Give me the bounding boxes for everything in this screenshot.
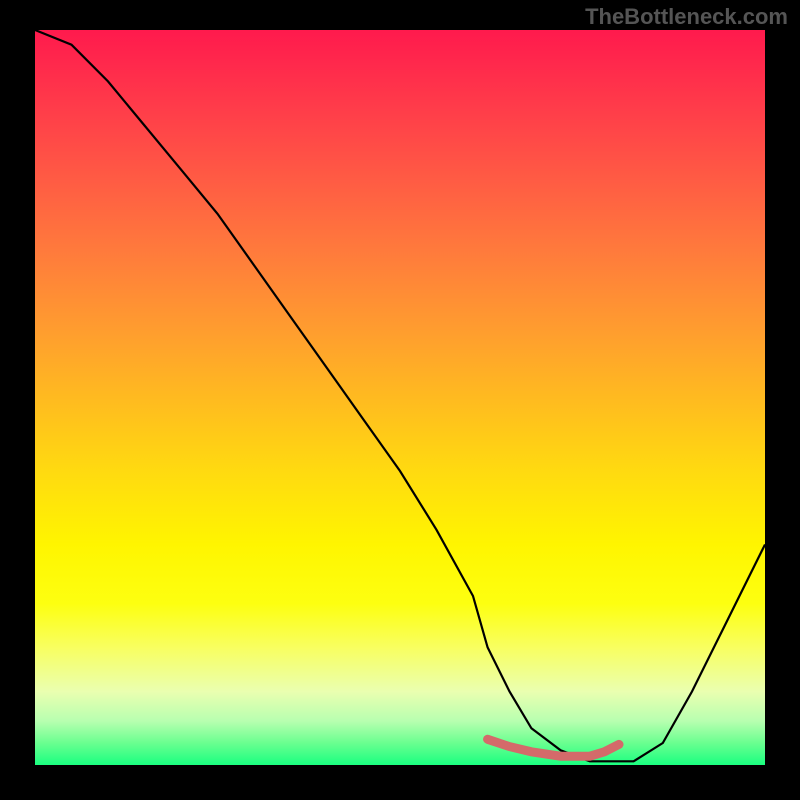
- chart-plot-area: [35, 30, 765, 765]
- chart-svg: [35, 30, 765, 765]
- highlight-segment-path: [488, 739, 619, 756]
- bottleneck-curve-path: [35, 30, 765, 761]
- watermark-text: TheBottleneck.com: [585, 4, 788, 30]
